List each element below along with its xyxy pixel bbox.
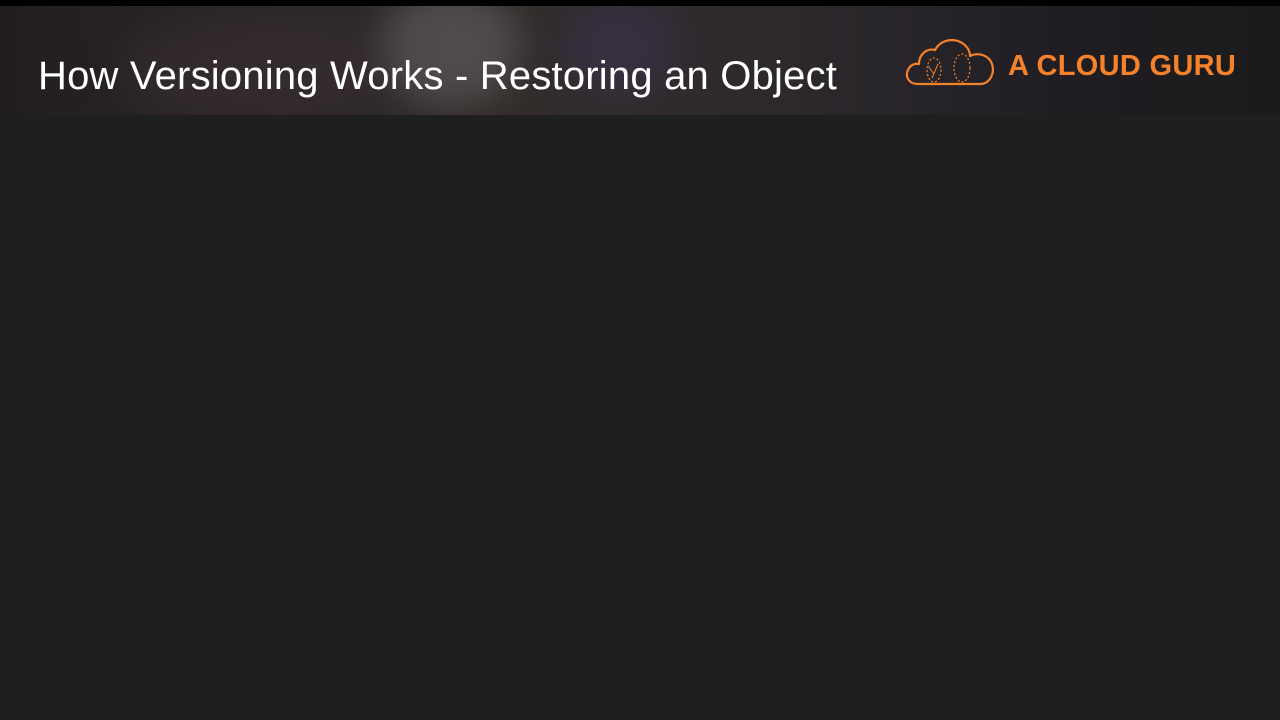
brand-logo: A CLOUD GURU	[904, 38, 1244, 92]
cloud-icon	[905, 38, 994, 86]
page-title: How Versioning Works - Restoring an Obje…	[38, 54, 838, 98]
slide-header: How Versioning Works - Restoring an Obje…	[0, 6, 1280, 115]
brand-name: A CLOUD GURU	[1008, 50, 1237, 82]
slide-frame: How Versioning Works - Restoring an Obje…	[0, 0, 1280, 720]
slide-content-area	[0, 115, 1280, 720]
